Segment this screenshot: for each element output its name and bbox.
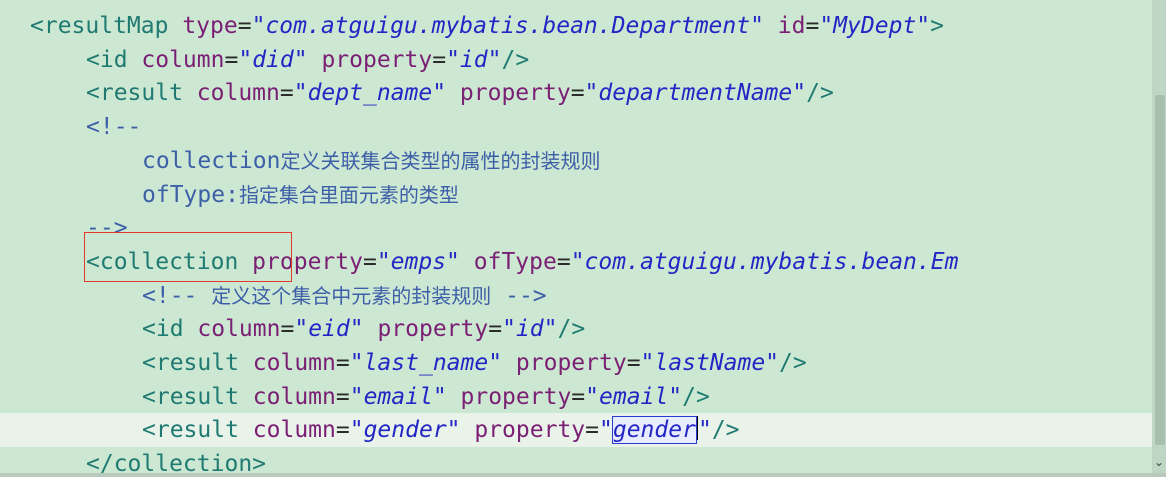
scrollbar-thumb[interactable] [1155, 95, 1165, 445]
code-token: <resultMap [30, 13, 169, 39]
code-line[interactable]: <!-- 定义这个集合中元素的封装规则 --> [0, 279, 1152, 313]
code-token: = [805, 13, 820, 39]
code-token: <id [142, 316, 184, 343]
code-token: = [237, 13, 252, 39]
code-token: property [446, 80, 571, 107]
code-token: /> [779, 350, 807, 376]
code-token: <result [142, 417, 239, 444]
code-token: property [446, 383, 572, 410]
code-line[interactable]: <result column="last_name" property="las… [0, 346, 1152, 380]
code-token: = [432, 46, 447, 73]
code-token: collection [142, 147, 281, 174]
code-token: "dept_name" [293, 80, 447, 107]
code-token: <result [142, 383, 239, 410]
code-token: ofType [459, 248, 557, 275]
code-token: = [626, 350, 641, 376]
code-token: = [571, 383, 586, 410]
code-token: "com.atguigu.mybatis.bean.Department" [251, 13, 764, 39]
code-token: property [502, 350, 627, 376]
code-line[interactable]: <!-- [0, 110, 1152, 144]
code-token: "email" [349, 383, 447, 410]
code-token: "id" [446, 46, 502, 73]
code-token: column [238, 350, 336, 376]
code-token: "departmentName" [584, 80, 807, 107]
code-token: column [183, 316, 281, 343]
collection-tag-highlight [84, 232, 292, 282]
code-token: "last_name" [349, 350, 503, 376]
code-token: "gender" [349, 417, 461, 444]
code-token: = [362, 248, 377, 275]
code-token: = [224, 46, 239, 73]
code-token: = [335, 383, 350, 410]
selected-token: gender [611, 416, 697, 445]
code-token: > [930, 13, 944, 39]
code-line[interactable]: <id column="did" property="id"/> [0, 43, 1152, 77]
code-token: ofType: [142, 181, 239, 208]
code-token: column [238, 417, 336, 444]
code-token: "lastName" [640, 350, 780, 376]
code-line[interactable]: <resultMap type="com.atguigu.mybatis.bea… [0, 9, 1152, 43]
code-token: column [127, 46, 225, 73]
code-token: = [488, 316, 503, 343]
code-token: 定义关联集合类型的属性的封装规则 [280, 148, 601, 173]
code-token: "email" [585, 383, 683, 410]
code-token: --> [491, 282, 547, 309]
code-line[interactable]: collection定义关联集合类型的属性的封装规则 [0, 144, 1152, 178]
code-token: = [556, 248, 571, 275]
code-token: 定义这个集合中元素的封装规则 [211, 283, 492, 308]
code-token: = [335, 417, 350, 444]
code-token: property [363, 316, 489, 343]
code-token: <!-- [86, 114, 142, 141]
code-token: <result [142, 350, 239, 376]
code-token: = [280, 316, 295, 343]
code-line[interactable]: <result column="dept_name" property="dep… [0, 76, 1152, 110]
code-token: " [697, 417, 712, 444]
code-token: <id [86, 46, 128, 73]
code-line[interactable]: <result column="gender" property="gender… [0, 413, 1152, 448]
code-line[interactable]: <result column="email" property="email"/… [0, 380, 1152, 414]
code-token: "MyDept" [819, 13, 931, 39]
code-token: = [570, 80, 585, 107]
code-token: /> [501, 46, 530, 73]
code-token: 指定集合里面元素的类型 [238, 182, 459, 207]
code-token: id [763, 13, 806, 39]
code-token: /> [682, 383, 710, 410]
code-token: column [182, 80, 280, 107]
code-token: /> [557, 316, 586, 343]
code-token: <result [86, 80, 183, 107]
code-token: "emps" [376, 248, 460, 275]
code-token: <!-- [142, 282, 212, 309]
code-token: /> [711, 417, 740, 444]
code-token: "com.atguigu.mybatis.bean.Em [570, 248, 959, 275]
code-token: = [335, 350, 350, 376]
code-token: "id" [502, 316, 558, 343]
code-token: property [307, 46, 433, 73]
code-token: = [585, 417, 599, 444]
code-token: = [279, 80, 294, 107]
code-token: type [168, 13, 238, 39]
code-token: "did" [238, 46, 308, 73]
code-line[interactable]: <id column="eid" property="id"/> [0, 312, 1152, 346]
code-line[interactable]: ofType:指定集合里面元素的类型 [0, 178, 1152, 212]
code-token: "eid" [294, 316, 364, 343]
code-token: property [460, 417, 586, 444]
code-token: " [599, 417, 613, 444]
horizontal-scrollbar[interactable] [0, 473, 1166, 477]
code-token: /> [806, 80, 834, 107]
scroll-down-arrow-icon[interactable]: ⌄ [1153, 455, 1165, 469]
code-token: column [238, 383, 336, 410]
